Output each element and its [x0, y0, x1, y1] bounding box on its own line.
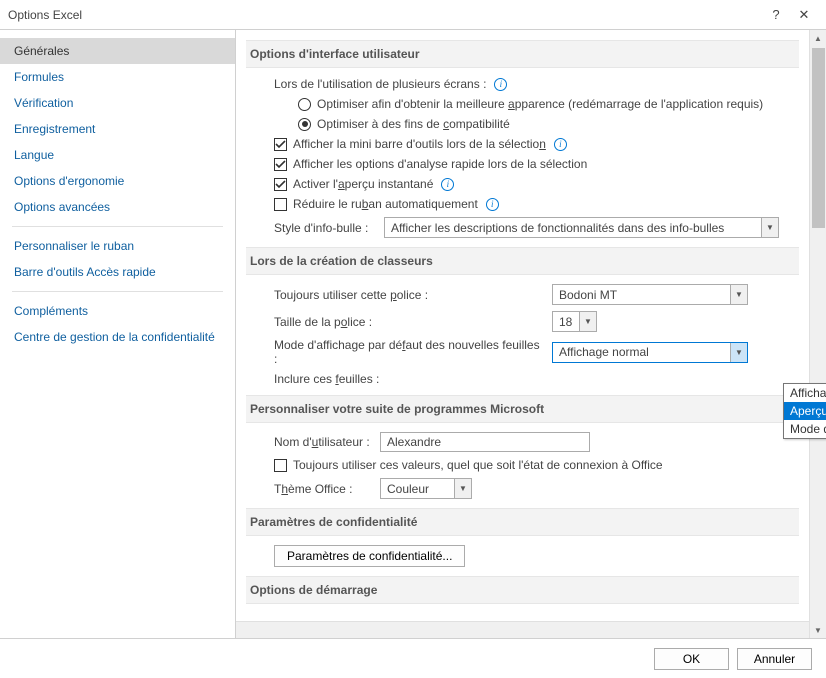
check-always-use-values[interactable]: Toujours utiliser ces valeurs, quel que … — [246, 455, 799, 475]
horizontal-scrollbar[interactable] — [236, 621, 809, 638]
chevron-down-icon: ▼ — [730, 285, 747, 304]
sidebar-item-proofing[interactable]: Vérification — [0, 90, 235, 116]
section-ui-options: Options d'interface utilisateur — [246, 40, 799, 68]
sidebar-item-advanced[interactable]: Options avancées — [0, 194, 235, 220]
sidebar-item-qat[interactable]: Barre d'outils Accès rapide — [0, 259, 235, 285]
ok-button[interactable]: OK — [654, 648, 729, 670]
sidebar-item-formulas[interactable]: Formules — [0, 64, 235, 90]
help-button[interactable]: ? — [762, 7, 790, 22]
check-minibar[interactable]: Afficher la mini barre d'outils lors de … — [246, 134, 799, 154]
sidebar-item-ribbon[interactable]: Personnaliser le ruban — [0, 233, 235, 259]
info-icon[interactable]: i — [441, 178, 454, 191]
default-font-label: Toujours utiliser cette police : — [274, 288, 546, 302]
office-theme-combo[interactable]: Couleur ▼ — [380, 478, 472, 499]
section-workbook-creation: Lors de la création de classeurs — [246, 247, 799, 275]
chevron-down-icon: ▼ — [454, 479, 471, 498]
chevron-down-icon: ▼ — [579, 312, 596, 331]
radio-optimize-appearance[interactable]: Optimiser afin d'obtenir la meilleure ap… — [246, 94, 799, 114]
checkbox-icon — [274, 178, 287, 191]
sidebar-item-accessibility[interactable]: Options d'ergonomie — [0, 168, 235, 194]
info-icon[interactable]: i — [554, 138, 567, 151]
sidebar-item-save[interactable]: Enregistrement — [0, 116, 235, 142]
scroll-up-icon[interactable]: ▲ — [810, 30, 826, 46]
chevron-down-icon: ▼ — [730, 343, 747, 362]
include-sheets-label: Inclure ces feuilles : — [274, 372, 546, 386]
multi-screen-label: Lors de l'utilisation de plusieurs écran… — [246, 74, 799, 94]
vertical-scrollbar[interactable]: ▲ ▼ — [809, 30, 826, 638]
checkbox-icon — [274, 459, 287, 472]
checkbox-icon — [274, 198, 287, 211]
window-title: Options Excel — [8, 8, 762, 22]
scroll-down-icon[interactable]: ▼ — [810, 622, 826, 638]
sidebar-item-addins[interactable]: Compléments — [0, 298, 235, 324]
username-input[interactable]: Alexandre — [380, 432, 590, 452]
sidebar-item-trust[interactable]: Centre de gestion de la confidentialité — [0, 324, 235, 350]
font-size-combo[interactable]: 18 ▼ — [552, 311, 597, 332]
cancel-button[interactable]: Annuler — [737, 648, 812, 670]
tooltip-style-label: Style d'info-bulle : — [274, 221, 378, 235]
radio-optimize-compatibility[interactable]: Optimiser à des fins de compatibilité — [246, 114, 799, 134]
privacy-settings-button[interactable]: Paramètres de confidentialité... — [274, 545, 465, 567]
radio-icon — [298, 98, 311, 111]
checkbox-icon — [274, 138, 287, 151]
tooltip-style-combo[interactable]: Afficher les descriptions de fonctionnal… — [384, 217, 779, 238]
sidebar-item-language[interactable]: Langue — [0, 142, 235, 168]
checkbox-icon — [274, 158, 287, 171]
scrollbar-thumb[interactable] — [812, 48, 825, 228]
check-live-preview[interactable]: Activer l'aperçu instantané i — [246, 174, 799, 194]
default-view-combo[interactable]: Affichage normal ▼ — [552, 342, 748, 363]
sidebar-separator — [12, 291, 223, 292]
close-button[interactable]: ✕ — [790, 7, 818, 23]
dropdown-option-normal[interactable]: Affichage normal — [784, 384, 826, 402]
default-view-dropdown-list[interactable]: Affichage normal Aperçu des sauts de pag… — [783, 383, 826, 439]
font-size-label: Taille de la police : — [274, 315, 546, 329]
section-personalize: Personnaliser votre suite de programmes … — [246, 395, 799, 423]
dropdown-option-page-break-preview[interactable]: Aperçu des sauts de page — [784, 402, 826, 420]
default-font-combo[interactable]: Bodoni MT ▼ — [552, 284, 748, 305]
sidebar-item-general[interactable]: Générales — [0, 38, 235, 64]
section-privacy: Paramètres de confidentialité — [246, 508, 799, 536]
chevron-down-icon: ▼ — [761, 218, 778, 237]
info-icon[interactable]: i — [486, 198, 499, 211]
sidebar-separator — [12, 226, 223, 227]
check-quick-analysis[interactable]: Afficher les options d'analyse rapide lo… — [246, 154, 799, 174]
category-sidebar: Générales Formules Vérification Enregist… — [0, 30, 236, 638]
theme-label: Thème Office : — [274, 482, 374, 496]
default-view-label: Mode d'affichage par défaut des nouvelle… — [274, 338, 546, 366]
radio-icon — [298, 118, 311, 131]
info-icon[interactable]: i — [494, 78, 507, 91]
username-label: Nom d'utilisateur : — [274, 435, 374, 449]
check-collapse-ribbon[interactable]: Réduire le ruban automatiquement i — [246, 194, 799, 214]
section-startup: Options de démarrage — [246, 576, 799, 604]
dropdown-option-page-layout[interactable]: Mode d'affichage Mise en page — [784, 420, 826, 438]
